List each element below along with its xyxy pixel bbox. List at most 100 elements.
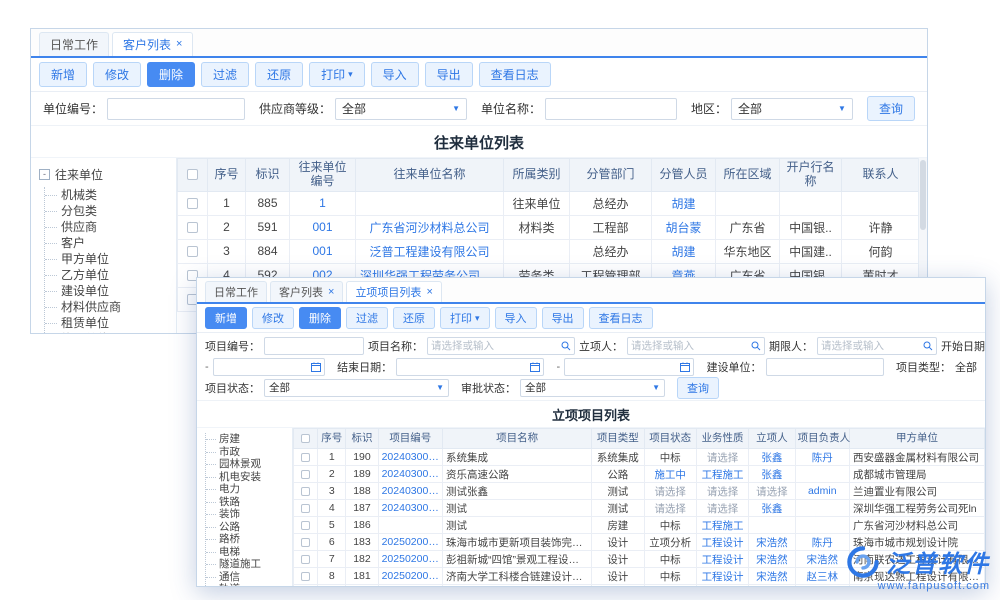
tree-item[interactable]: 材料供应商	[45, 299, 170, 315]
row-checkbox[interactable]	[301, 521, 310, 530]
column-header[interactable]: 项目状态	[644, 429, 696, 449]
cell-link[interactable]: 陈丹	[795, 449, 849, 466]
toolbar-button[interactable]: 修改	[93, 62, 141, 87]
column-header[interactable]: 分管部门	[570, 159, 652, 192]
cell-link[interactable]: 工程设计	[696, 551, 748, 568]
toolbar-button[interactable]: 导出	[542, 307, 584, 329]
toolbar-button[interactable]: 新增	[39, 62, 87, 87]
cell-link[interactable]: 2024030011	[378, 449, 442, 466]
unit-name-input[interactable]	[545, 98, 677, 120]
cell-link[interactable]: 宋浩然	[749, 551, 795, 568]
tree-item[interactable]: 通信	[206, 571, 288, 584]
cell-link[interactable]: 宋浩然	[749, 568, 795, 585]
cell-link[interactable]: 2025020002	[378, 568, 442, 585]
tree-item[interactable]: 客户	[45, 235, 170, 251]
builder-input[interactable]	[766, 358, 884, 376]
tree-item[interactable]: 路桥	[206, 533, 288, 546]
cell-link[interactable]: 2025020001	[378, 585, 442, 587]
column-header[interactable]: 开户行名称	[780, 159, 842, 192]
tree-item[interactable]: 市政	[206, 446, 288, 459]
cell-link[interactable]: admin	[795, 483, 849, 500]
column-header[interactable]: 甲方单位	[849, 429, 984, 449]
start-date-to-field[interactable]	[217, 361, 311, 373]
cell-link[interactable]: 张鑫	[749, 500, 795, 517]
tab[interactable]: 日常工作	[205, 281, 267, 302]
region-select[interactable]: 全部 ▼	[731, 98, 853, 120]
toolbar-button[interactable]: 删除	[299, 307, 341, 329]
cell-link[interactable]: 001	[290, 215, 356, 239]
supplier-level-select[interactable]: 全部 ▼	[335, 98, 467, 120]
start-date-to-input[interactable]	[213, 358, 325, 376]
column-header[interactable]: 所属类别	[504, 159, 570, 192]
cell-link[interactable]: 2024030009	[378, 483, 442, 500]
row-checkbox[interactable]	[301, 538, 310, 547]
toolbar-button[interactable]: 导出	[425, 62, 473, 87]
tree-item[interactable]: 施工单位	[45, 331, 170, 333]
manager-field[interactable]	[821, 340, 923, 352]
toolbar-button[interactable]: 过滤	[201, 62, 249, 87]
cell-link[interactable]: 陈丹	[795, 534, 849, 551]
cell-link[interactable]: 施工中	[644, 466, 696, 483]
manager-input[interactable]	[817, 337, 937, 355]
cell-link[interactable]: 1	[290, 191, 356, 215]
cell-link[interactable]: 2025020004	[378, 534, 442, 551]
cell-link[interactable]: 2024030010	[378, 466, 442, 483]
tree-item[interactable]: 供应商	[45, 219, 170, 235]
tree-item[interactable]: 房建	[206, 433, 288, 446]
column-header[interactable]: 联系人	[842, 159, 919, 192]
column-header[interactable]: 立项人	[749, 429, 795, 449]
cell-link[interactable]: 广东省河沙材料总公司	[356, 215, 504, 239]
row-checkbox[interactable]	[301, 453, 310, 462]
project-status-select[interactable]: 全部 ▼	[264, 379, 449, 397]
project-name-field[interactable]	[431, 340, 561, 352]
cell-link[interactable]: 2024030008	[378, 500, 442, 517]
close-icon[interactable]: ×	[426, 287, 432, 298]
toolbar-button[interactable]: 打印▾	[309, 62, 365, 87]
calendar-icon[interactable]	[530, 362, 540, 372]
column-header[interactable]: 项目编号	[378, 429, 442, 449]
cell-link[interactable]: 张鑫	[749, 449, 795, 466]
cell-link[interactable]: 工程设计	[696, 585, 748, 587]
tree-item[interactable]: 电梯	[206, 546, 288, 559]
cell-link[interactable]: 2025020003	[378, 551, 442, 568]
column-header[interactable]: 业务性质	[696, 429, 748, 449]
cell-link[interactable]: 宋浩然	[749, 534, 795, 551]
collapse-icon[interactable]: -	[39, 169, 50, 180]
project-type-value[interactable]: 全部	[955, 359, 977, 375]
toolbar-button[interactable]: 修改	[252, 307, 294, 329]
row-checkbox[interactable]	[301, 572, 310, 581]
column-header[interactable]: 往来单位名称	[356, 159, 504, 192]
column-header[interactable]: 项目名称	[443, 429, 592, 449]
column-header[interactable]: 往来单位编号	[290, 159, 356, 192]
search-button[interactable]: 查询	[867, 96, 915, 121]
cell-link[interactable]: 工程施工	[696, 517, 748, 534]
tree-item[interactable]: 分包类	[45, 203, 170, 219]
column-header[interactable]: 项目负责人	[795, 429, 849, 449]
scrollbar-thumb[interactable]	[920, 160, 926, 230]
row-checkbox[interactable]	[301, 504, 310, 513]
end-date-input[interactable]	[396, 358, 544, 376]
end-date-to-field[interactable]	[568, 361, 680, 373]
column-header[interactable]: 序号	[318, 429, 346, 449]
tab[interactable]: 立项项目列表×	[346, 281, 441, 302]
toolbar-button[interactable]: 删除	[147, 62, 195, 87]
tree-item[interactable]: 甲方单位	[45, 251, 170, 267]
tree-item[interactable]: 园林景观	[206, 458, 288, 471]
tree-item[interactable]: 公路	[206, 521, 288, 534]
column-header[interactable]: 项目类型	[592, 429, 644, 449]
row-checkbox[interactable]	[301, 555, 310, 564]
column-header[interactable]: 标识	[346, 429, 378, 449]
cell-link[interactable]: 赵三林	[795, 568, 849, 585]
tab[interactable]: 客户列表×	[112, 32, 193, 56]
tree-item[interactable]: 机械类	[45, 187, 170, 203]
calendar-icon[interactable]	[311, 362, 321, 372]
close-icon[interactable]: ×	[176, 39, 182, 50]
project-no-input[interactable]	[264, 337, 364, 355]
tab[interactable]: 日常工作	[39, 32, 109, 56]
toolbar-button[interactable]: 查看日志	[589, 307, 653, 329]
initiator-field[interactable]	[631, 340, 751, 352]
select-all-checkbox[interactable]	[301, 434, 310, 443]
approval-status-select[interactable]: 全部 ▼	[520, 379, 665, 397]
unit-no-input[interactable]	[107, 98, 245, 120]
select-all-checkbox[interactable]	[187, 169, 198, 180]
